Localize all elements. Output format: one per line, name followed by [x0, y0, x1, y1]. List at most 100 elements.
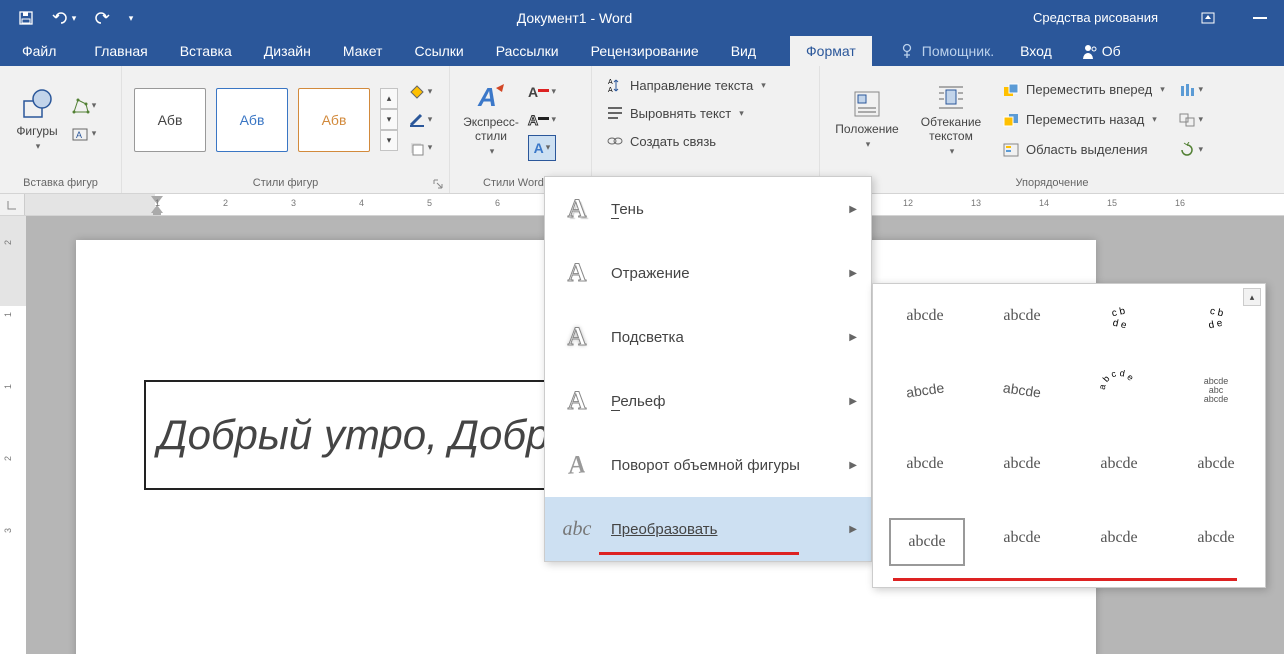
transform-option[interactable]: abcde: [986, 444, 1058, 484]
selection-pane-button[interactable]: Область выделения: [996, 137, 1171, 163]
gallery-scroll-up[interactable]: ▴: [380, 88, 398, 109]
submenu-arrow-icon: ▶: [849, 204, 857, 215]
quick-styles-button[interactable]: A Экспресс-стили ▾: [458, 76, 524, 164]
redo-button[interactable]: [86, 4, 118, 32]
submenu-arrow-icon: ▶: [849, 460, 857, 471]
tab-references[interactable]: Ссылки: [398, 36, 479, 66]
tab-layout[interactable]: Макет: [327, 36, 399, 66]
transform-option[interactable]: abcde: [1083, 444, 1155, 484]
text-direction-button[interactable]: AA Направление текста▾: [600, 72, 772, 98]
scroll-up-button[interactable]: ▴: [1243, 288, 1261, 306]
menu-shadow-label: ТТеньень: [611, 201, 833, 218]
textbox-shape[interactable]: Добрый утро, Добрый: [144, 380, 594, 490]
menu-transform[interactable]: abc Преобразовать ▶: [545, 497, 871, 561]
sign-in-button[interactable]: Вход: [1002, 36, 1070, 66]
menu-bevel[interactable]: A Рельеф ▶: [545, 369, 871, 433]
gallery-more-button[interactable]: ▾: [380, 130, 398, 151]
wrap-text-button[interactable]: Обтекание текстом▾: [912, 76, 990, 164]
transform-option[interactable]: abcde: [889, 370, 961, 410]
transform-option[interactable]: abcde: [889, 296, 961, 336]
gallery-scrollbar[interactable]: ▴: [1243, 288, 1261, 306]
shadow-icon: A: [559, 191, 595, 227]
window-title: Документ1 - Word: [138, 10, 1011, 26]
shape-fill-button[interactable]: ▾: [406, 79, 434, 105]
gallery-scroll-down[interactable]: ▾: [380, 109, 398, 130]
group-arrange: Положение▾ Обтекание текстом▾ Переместит…: [820, 66, 1284, 193]
transform-option[interactable]: abcdeabcabcde: [1180, 370, 1252, 410]
style-item-1[interactable]: Абв: [134, 88, 206, 152]
save-button[interactable]: [10, 4, 42, 32]
text-outline-button[interactable]: A▾: [528, 107, 556, 133]
menu-3d-rotation-label: Поворот объемной фигуры: [611, 457, 833, 474]
style-item-3[interactable]: Абв: [298, 88, 370, 152]
transform-gallery: ▴ abcde abcde c bd e c bd e abcde abcde …: [872, 283, 1266, 588]
draw-textbox-button[interactable]: A▾: [70, 121, 98, 147]
transform-option[interactable]: abcde: [986, 370, 1058, 410]
menu-reflection[interactable]: A Отражение ▶: [545, 241, 871, 305]
menu-glow-label: Подсветка: [611, 329, 833, 346]
tab-view[interactable]: Вид: [715, 36, 772, 66]
svg-text:d e: d e: [1208, 318, 1224, 331]
textbox-content[interactable]: Добрый утро, Добрый: [158, 411, 594, 459]
bring-forward-label: Переместить вперед: [1026, 82, 1152, 97]
shape-styles-dialog-launcher[interactable]: [431, 177, 445, 191]
send-backward-button[interactable]: Переместить назад▾: [996, 107, 1171, 133]
submenu-arrow-icon: ▶: [849, 268, 857, 279]
undo-button[interactable]: ▾: [48, 4, 80, 32]
shapes-button[interactable]: Фигуры ▾: [8, 76, 66, 164]
shape-outline-button[interactable]: ▾: [406, 107, 434, 133]
shapes-label: Фигуры: [16, 124, 57, 138]
arrange-group-label: Упорядочение: [820, 173, 1284, 193]
transform-icon: abc: [559, 511, 595, 547]
tab-home[interactable]: Главная: [78, 36, 163, 66]
transform-option[interactable]: abcde: [1083, 518, 1155, 558]
edit-shape-button[interactable]: ▾: [70, 93, 98, 119]
qat-customize[interactable]: ▾: [124, 4, 138, 32]
create-link-button[interactable]: Создать связь: [600, 128, 722, 154]
transform-option[interactable]: abcde: [986, 518, 1058, 558]
text-fill-button[interactable]: A▾: [528, 79, 556, 105]
bring-forward-button[interactable]: Переместить вперед▾: [996, 77, 1171, 103]
shape-style-gallery[interactable]: Абв Абв Абв: [130, 84, 374, 156]
menu-3d-rotation[interactable]: A Поворот объемной фигуры ▶: [545, 433, 871, 497]
transform-option[interactable]: abcde: [1180, 518, 1252, 558]
submenu-arrow-icon: ▶: [849, 332, 857, 343]
vertical-ruler[interactable]: 21123: [0, 216, 26, 654]
transform-option[interactable]: abcde: [1180, 444, 1252, 484]
align-button[interactable]: ▾: [1177, 77, 1205, 103]
transform-option[interactable]: abcde: [986, 296, 1058, 336]
tab-review[interactable]: Рецензирование: [575, 36, 715, 66]
create-link-label: Создать связь: [630, 134, 716, 149]
transform-option-selected[interactable]: abcde: [889, 518, 965, 566]
minimize-button[interactable]: [1236, 0, 1284, 36]
ribbon-display-options[interactable]: [1184, 0, 1232, 36]
text-effects-button[interactable]: A▾: [528, 135, 556, 161]
transform-option[interactable]: abcde: [889, 444, 961, 484]
transform-option[interactable]: c bd e: [1083, 296, 1155, 336]
tab-design[interactable]: Дизайн: [248, 36, 327, 66]
bevel-icon: A: [559, 383, 595, 419]
style-item-2[interactable]: Абв: [216, 88, 288, 152]
tell-me-search[interactable]: Помощник.: [892, 36, 1002, 66]
tell-me-placeholder: Помощник.: [922, 43, 994, 59]
rotate-button[interactable]: ▾: [1177, 137, 1205, 163]
align-text-button[interactable]: Выровнять текст▾: [600, 100, 750, 126]
share-button[interactable]: Об: [1070, 36, 1133, 66]
transform-option[interactable]: c bd e: [1180, 296, 1252, 336]
highlight-underline: [893, 578, 1237, 581]
shape-effects-button[interactable]: ▾: [406, 135, 434, 161]
transform-option[interactable]: a b c d e: [1083, 370, 1155, 410]
tab-format[interactable]: Формат: [790, 36, 872, 66]
group-shape-styles: Абв Абв Абв ▴ ▾ ▾ ▾ ▾ ▾ Стили фигур: [122, 66, 450, 193]
group-insert-shapes: Фигуры ▾ ▾ A▾ Вставка фигур: [0, 66, 122, 193]
tab-mailings[interactable]: Рассылки: [480, 36, 575, 66]
submenu-arrow-icon: ▶: [849, 524, 857, 535]
tab-insert[interactable]: Вставка: [164, 36, 248, 66]
menu-shadow[interactable]: A ТТеньень ▶: [545, 177, 871, 241]
menu-glow[interactable]: A Подсветка ▶: [545, 305, 871, 369]
tab-file[interactable]: Файл: [0, 36, 78, 66]
rotation-3d-icon: A: [559, 447, 595, 483]
position-button[interactable]: Положение▾: [828, 76, 906, 164]
group-button[interactable]: ▾: [1177, 107, 1205, 133]
gallery-scrollbar[interactable]: ▴ ▾ ▾: [380, 88, 398, 151]
